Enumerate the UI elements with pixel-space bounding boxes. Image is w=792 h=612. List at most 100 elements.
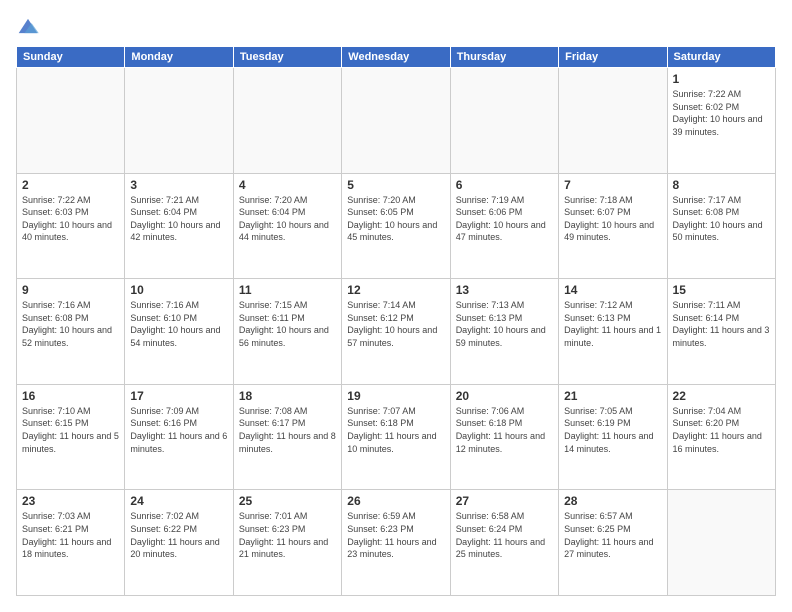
weekday-header-thursday: Thursday bbox=[450, 47, 558, 68]
day-number: 12 bbox=[347, 283, 444, 297]
calendar-cell: 17Sunrise: 7:09 AM Sunset: 6:16 PM Dayli… bbox=[125, 384, 233, 490]
day-info: Sunrise: 7:07 AM Sunset: 6:18 PM Dayligh… bbox=[347, 405, 444, 455]
calendar-cell bbox=[125, 68, 233, 174]
calendar-cell bbox=[233, 68, 341, 174]
week-row-3: 9 Sunrise: 7:16 AM Sunset: 6:08 PM Daylig… bbox=[17, 279, 776, 385]
weekday-header-wednesday: Wednesday bbox=[342, 47, 450, 68]
day-info: Sunrise: 7:17 AM Sunset: 6:08 PM Dayligh… bbox=[673, 194, 770, 244]
calendar-cell: 14 Sunrise: 7:12 AM Sunset: 6:13 PM Dayli… bbox=[559, 279, 667, 385]
calendar-cell: 20Sunrise: 7:06 AM Sunset: 6:18 PM Dayli… bbox=[450, 384, 558, 490]
calendar-cell: 15 Sunrise: 7:11 AM Sunset: 6:14 PM Dayli… bbox=[667, 279, 775, 385]
week-row-5: 23 Sunrise: 7:03 AM Sunset: 6:21 PM Dayli… bbox=[17, 490, 776, 596]
day-number: 26 bbox=[347, 494, 444, 508]
day-number: 27 bbox=[456, 494, 553, 508]
day-info: Sunrise: 7:22 AM Sunset: 6:02 PM Dayligh… bbox=[673, 88, 770, 138]
day-info: Sunrise: 7:14 AM Sunset: 6:12 PM Dayligh… bbox=[347, 299, 444, 349]
day-number: 4 bbox=[239, 178, 336, 192]
weekday-header-row: SundayMondayTuesdayWednesdayThursdayFrid… bbox=[17, 47, 776, 68]
weekday-header-tuesday: Tuesday bbox=[233, 47, 341, 68]
day-info: Sunrise: 7:01 AM Sunset: 6:23 PM Dayligh… bbox=[239, 510, 336, 560]
calendar-page: SundayMondayTuesdayWednesdayThursdayFrid… bbox=[0, 0, 792, 612]
calendar-cell: 21 Sunrise: 7:05 AM Sunset: 6:19 PM Dayli… bbox=[559, 384, 667, 490]
day-info: Sunrise: 6:59 AM Sunset: 6:23 PM Dayligh… bbox=[347, 510, 444, 560]
day-number: 25 bbox=[239, 494, 336, 508]
calendar-cell: 22 Sunrise: 7:04 AM Sunset: 6:20 PM Dayli… bbox=[667, 384, 775, 490]
weekday-header-friday: Friday bbox=[559, 47, 667, 68]
day-number: 19 bbox=[347, 389, 444, 403]
weekday-header-sunday: Sunday bbox=[17, 47, 125, 68]
calendar-cell: 1 Sunrise: 7:22 AM Sunset: 6:02 PM Daylig… bbox=[667, 68, 775, 174]
day-number: 16 bbox=[22, 389, 119, 403]
calendar-cell: 7 Sunrise: 7:18 AM Sunset: 6:07 PM Daylig… bbox=[559, 173, 667, 279]
logo-icon bbox=[16, 16, 40, 36]
calendar-cell: 5 Sunrise: 7:20 AM Sunset: 6:05 PM Daylig… bbox=[342, 173, 450, 279]
day-info: Sunrise: 6:57 AM Sunset: 6:25 PM Dayligh… bbox=[564, 510, 661, 560]
logo bbox=[16, 16, 44, 36]
header bbox=[16, 16, 776, 36]
calendar-cell: 2 Sunrise: 7:22 AM Sunset: 6:03 PM Daylig… bbox=[17, 173, 125, 279]
day-info: Sunrise: 7:15 AM Sunset: 6:11 PM Dayligh… bbox=[239, 299, 336, 349]
day-number: 7 bbox=[564, 178, 661, 192]
day-number: 18 bbox=[239, 389, 336, 403]
calendar-cell bbox=[450, 68, 558, 174]
day-number: 15 bbox=[673, 283, 770, 297]
day-info: Sunrise: 7:05 AM Sunset: 6:19 PM Dayligh… bbox=[564, 405, 661, 455]
calendar-table: SundayMondayTuesdayWednesdayThursdayFrid… bbox=[16, 46, 776, 596]
calendar-cell: 13Sunrise: 7:13 AM Sunset: 6:13 PM Dayli… bbox=[450, 279, 558, 385]
calendar-cell: 4 Sunrise: 7:20 AM Sunset: 6:04 PM Daylig… bbox=[233, 173, 341, 279]
day-info: Sunrise: 7:09 AM Sunset: 6:16 PM Dayligh… bbox=[130, 405, 227, 455]
calendar-cell: 10 Sunrise: 7:16 AM Sunset: 6:10 PM Dayli… bbox=[125, 279, 233, 385]
calendar-cell: 24 Sunrise: 7:02 AM Sunset: 6:22 PM Dayli… bbox=[125, 490, 233, 596]
day-info: Sunrise: 7:11 AM Sunset: 6:14 PM Dayligh… bbox=[673, 299, 770, 349]
calendar-cell: 6Sunrise: 7:19 AM Sunset: 6:06 PM Daylig… bbox=[450, 173, 558, 279]
calendar-cell: 23 Sunrise: 7:03 AM Sunset: 6:21 PM Dayli… bbox=[17, 490, 125, 596]
calendar-cell: 8 Sunrise: 7:17 AM Sunset: 6:08 PM Daylig… bbox=[667, 173, 775, 279]
weekday-header-saturday: Saturday bbox=[667, 47, 775, 68]
day-number: 3 bbox=[130, 178, 227, 192]
calendar-cell: 12 Sunrise: 7:14 AM Sunset: 6:12 PM Dayli… bbox=[342, 279, 450, 385]
day-number: 23 bbox=[22, 494, 119, 508]
day-info: Sunrise: 7:18 AM Sunset: 6:07 PM Dayligh… bbox=[564, 194, 661, 244]
day-info: Sunrise: 7:08 AM Sunset: 6:17 PM Dayligh… bbox=[239, 405, 336, 455]
day-info: Sunrise: 7:16 AM Sunset: 6:10 PM Dayligh… bbox=[130, 299, 227, 349]
day-info: Sunrise: 7:10 AM Sunset: 6:15 PM Dayligh… bbox=[22, 405, 119, 455]
day-info: Sunrise: 7:04 AM Sunset: 6:20 PM Dayligh… bbox=[673, 405, 770, 455]
day-number: 5 bbox=[347, 178, 444, 192]
day-number: 24 bbox=[130, 494, 227, 508]
day-number: 2 bbox=[22, 178, 119, 192]
calendar-cell: 28Sunrise: 6:57 AM Sunset: 6:25 PM Dayli… bbox=[559, 490, 667, 596]
calendar-cell: 3 Sunrise: 7:21 AM Sunset: 6:04 PM Daylig… bbox=[125, 173, 233, 279]
day-number: 9 bbox=[22, 283, 119, 297]
day-info: Sunrise: 7:22 AM Sunset: 6:03 PM Dayligh… bbox=[22, 194, 119, 244]
calendar-cell: 27 Sunrise: 6:58 AM Sunset: 6:24 PM Dayli… bbox=[450, 490, 558, 596]
calendar-cell: 9 Sunrise: 7:16 AM Sunset: 6:08 PM Daylig… bbox=[17, 279, 125, 385]
day-number: 21 bbox=[564, 389, 661, 403]
day-info: Sunrise: 7:12 AM Sunset: 6:13 PM Dayligh… bbox=[564, 299, 661, 349]
day-info: Sunrise: 7:21 AM Sunset: 6:04 PM Dayligh… bbox=[130, 194, 227, 244]
day-number: 13 bbox=[456, 283, 553, 297]
day-info: Sunrise: 7:16 AM Sunset: 6:08 PM Dayligh… bbox=[22, 299, 119, 349]
day-number: 14 bbox=[564, 283, 661, 297]
day-info: Sunrise: 7:20 AM Sunset: 6:05 PM Dayligh… bbox=[347, 194, 444, 244]
calendar-cell bbox=[559, 68, 667, 174]
calendar-cell: 11 Sunrise: 7:15 AM Sunset: 6:11 PM Dayli… bbox=[233, 279, 341, 385]
calendar-cell: 25 Sunrise: 7:01 AM Sunset: 6:23 PM Dayli… bbox=[233, 490, 341, 596]
day-number: 20 bbox=[456, 389, 553, 403]
day-number: 22 bbox=[673, 389, 770, 403]
day-info: Sunrise: 6:58 AM Sunset: 6:24 PM Dayligh… bbox=[456, 510, 553, 560]
calendar-cell bbox=[342, 68, 450, 174]
calendar-cell bbox=[17, 68, 125, 174]
week-row-2: 2 Sunrise: 7:22 AM Sunset: 6:03 PM Daylig… bbox=[17, 173, 776, 279]
day-info: Sunrise: 7:02 AM Sunset: 6:22 PM Dayligh… bbox=[130, 510, 227, 560]
calendar-cell: 26 Sunrise: 6:59 AM Sunset: 6:23 PM Dayli… bbox=[342, 490, 450, 596]
day-number: 10 bbox=[130, 283, 227, 297]
calendar-cell: 19 Sunrise: 7:07 AM Sunset: 6:18 PM Dayli… bbox=[342, 384, 450, 490]
day-info: Sunrise: 7:03 AM Sunset: 6:21 PM Dayligh… bbox=[22, 510, 119, 560]
day-info: Sunrise: 7:19 AM Sunset: 6:06 PM Dayligh… bbox=[456, 194, 553, 244]
day-number: 11 bbox=[239, 283, 336, 297]
day-number: 8 bbox=[673, 178, 770, 192]
week-row-1: 1 Sunrise: 7:22 AM Sunset: 6:02 PM Daylig… bbox=[17, 68, 776, 174]
day-number: 1 bbox=[673, 72, 770, 86]
day-info: Sunrise: 7:20 AM Sunset: 6:04 PM Dayligh… bbox=[239, 194, 336, 244]
calendar-cell bbox=[667, 490, 775, 596]
